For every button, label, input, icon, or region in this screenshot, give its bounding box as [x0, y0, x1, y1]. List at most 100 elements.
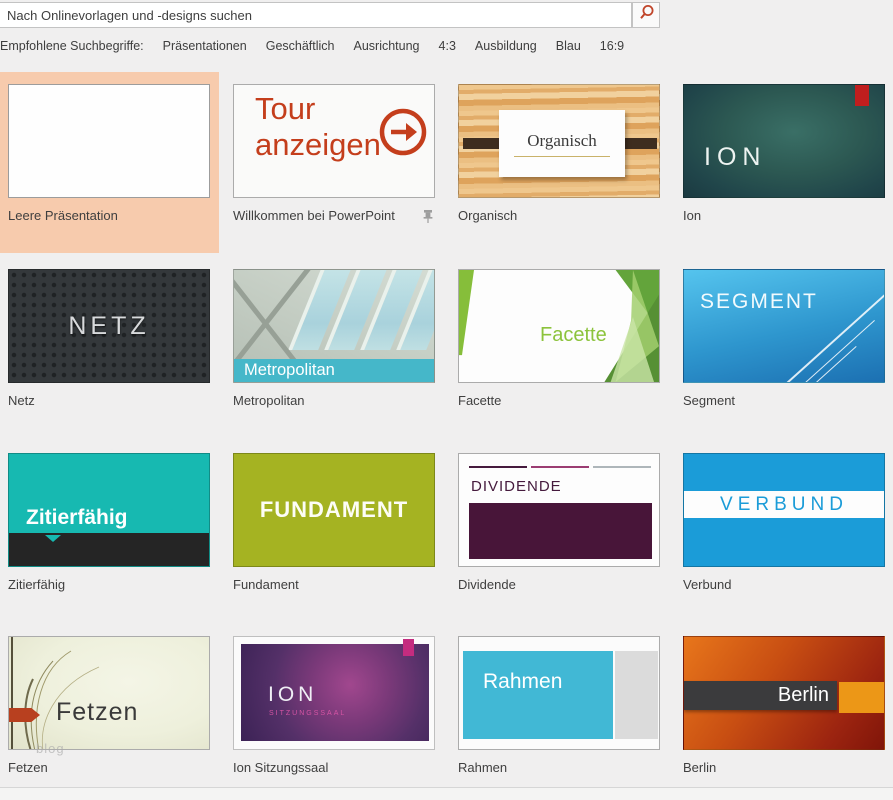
berlin-dark-band: Berlin	[684, 681, 837, 710]
segment-diagonal-line	[811, 346, 856, 383]
ion-sitzungssaal-subtitle-text: SITZUNGSSAAL	[269, 710, 346, 717]
template-card-leere-praesentation[interactable]: Leere Präsentation	[8, 84, 210, 250]
fundament-title-text: FUNDAMENT	[260, 497, 408, 523]
verbund-white-band: VERBUND	[684, 491, 884, 518]
berlin-title-text: Berlin	[778, 684, 829, 707]
dividende-plum-rectangle	[469, 503, 652, 559]
template-label: Facette	[458, 393, 660, 408]
pin-icon[interactable]	[420, 208, 436, 224]
template-thumbnail-netz[interactable]: NETZ	[8, 269, 210, 383]
template-card-netz[interactable]: NETZ Netz	[8, 269, 210, 435]
template-card-verbund[interactable]: VERBUND Verbund	[683, 453, 885, 619]
suggested-term-blau[interactable]: Blau	[556, 39, 581, 53]
template-label: Zitierfähig	[8, 577, 210, 592]
suggested-term-geschaeftlich[interactable]: Geschäftlich	[266, 39, 335, 53]
template-card-dividende[interactable]: DIVIDENDE Dividende	[458, 453, 660, 619]
template-thumbnail-metropolitan[interactable]: Metropolitan	[233, 269, 435, 383]
template-label: Verbund	[683, 577, 885, 592]
metropolitan-title-text: Metropolitan	[244, 361, 335, 380]
template-card-ion-sitzungssaal[interactable]: ION SITZUNGSSAAL Ion Sitzungssaal	[233, 636, 435, 800]
template-thumbnail-fetzen[interactable]: Fetzen	[8, 636, 210, 750]
template-gallery: Empfohlene Suchbegriffe: Präsentationen …	[0, 0, 893, 800]
suggested-searches: Empfohlene Suchbegriffe: Präsentationen …	[0, 39, 624, 53]
template-label: Ion Sitzungssaal	[233, 760, 435, 775]
template-card-willkommen[interactable]: Tour anzeigen Willkommen bei PowerPoint	[233, 84, 435, 250]
organisch-title-text: Organisch	[527, 131, 597, 151]
template-label: Segment	[683, 393, 885, 408]
template-label: Leere Präsentation	[8, 208, 210, 223]
ion-title-text: ION	[704, 143, 766, 172]
template-label: Fundament	[233, 577, 435, 592]
dividende-title-text: DIVIDENDE	[471, 478, 562, 495]
organisch-title-card: Organisch	[499, 110, 625, 177]
suggested-term-ausrichtung[interactable]: Ausrichtung	[354, 39, 420, 53]
facette-left-wedge	[459, 270, 479, 382]
template-label: Rahmen	[458, 760, 660, 775]
template-thumbnail-willkommen[interactable]: Tour anzeigen	[233, 84, 435, 198]
template-label: Ion	[683, 208, 885, 223]
template-card-zitierfaehig[interactable]: Zitierfähig Zitierfähig	[8, 453, 210, 619]
template-thumbnail-dividende[interactable]: DIVIDENDE	[458, 453, 660, 567]
template-thumbnail-zitierfaehig[interactable]: Zitierfähig	[8, 453, 210, 567]
template-thumbnail-organisch[interactable]: Organisch	[458, 84, 660, 198]
template-card-facette[interactable]: Facette Facette	[458, 269, 660, 435]
search-icon	[638, 4, 655, 26]
fetzen-grass-lines	[9, 637, 210, 750]
berlin-amber-block	[839, 682, 885, 713]
ion-sitzungssaal-title-text: ION	[268, 683, 317, 707]
template-label: Fetzen	[8, 760, 210, 775]
template-card-segment[interactable]: SEGMENT Segment	[683, 269, 885, 435]
rahmen-gray-block	[615, 651, 658, 739]
template-card-fetzen[interactable]: Fetzen Fetzen	[8, 636, 210, 800]
facette-title-text: Facette	[540, 324, 607, 347]
suggested-term-praesentationen[interactable]: Präsentationen	[163, 39, 247, 53]
metropolitan-title-band: Metropolitan	[234, 359, 434, 382]
circled-arrow-icon	[377, 106, 429, 163]
template-thumbnail-leere-praesentation[interactable]	[8, 84, 210, 198]
ion-red-tab	[855, 85, 869, 106]
template-card-berlin[interactable]: Berlin Berlin	[683, 636, 885, 800]
verbund-title-text: VERBUND	[720, 494, 848, 516]
zitierfaehig-notch	[45, 535, 61, 542]
zitierfaehig-title-text: Zitierfähig	[26, 506, 128, 530]
template-card-rahmen[interactable]: Rahmen Rahmen	[458, 636, 660, 800]
template-card-fundament[interactable]: FUNDAMENT Fundament	[233, 453, 435, 619]
template-thumbnail-berlin[interactable]: Berlin	[683, 636, 885, 750]
suggested-term-4-3[interactable]: 4:3	[439, 39, 456, 53]
suggested-term-16-9[interactable]: 16:9	[600, 39, 624, 53]
dividende-rule-purple	[531, 466, 589, 468]
template-thumbnail-ion-sitzungssaal[interactable]: ION SITZUNGSSAAL	[233, 636, 435, 750]
suggested-term-ausbildung[interactable]: Ausbildung	[475, 39, 537, 53]
rahmen-title-text: Rahmen	[483, 670, 562, 694]
template-label: Netz	[8, 393, 210, 408]
template-card-ion[interactable]: ION Ion	[683, 84, 885, 250]
template-card-metropolitan[interactable]: Metropolitan Metropolitan	[233, 269, 435, 435]
dividende-rule-dark	[469, 466, 527, 468]
template-thumbnail-facette[interactable]: Facette	[458, 269, 660, 383]
dividende-rule-gray	[593, 466, 651, 468]
suggested-searches-label: Empfohlene Suchbegriffe:	[0, 39, 144, 53]
watermark-text: blog	[36, 741, 65, 756]
organisch-underline	[514, 156, 610, 157]
template-thumbnail-ion[interactable]: ION	[683, 84, 885, 198]
template-thumbnail-fundament[interactable]: FUNDAMENT	[233, 453, 435, 567]
template-thumbnail-verbund[interactable]: VERBUND	[683, 453, 885, 567]
template-label: Willkommen bei PowerPoint	[233, 208, 435, 223]
bottom-strip	[0, 788, 893, 800]
template-card-organisch[interactable]: Organisch Organisch	[458, 84, 660, 250]
search-input[interactable]	[0, 2, 632, 28]
template-label: Berlin	[683, 760, 885, 775]
template-label: Metropolitan	[233, 393, 435, 408]
template-thumbnail-rahmen[interactable]: Rahmen	[458, 636, 660, 750]
segment-title-text: SEGMENT	[700, 290, 818, 314]
netz-title-text: NETZ	[68, 312, 149, 341]
search-button[interactable]	[632, 2, 660, 28]
organisch-left-bar	[463, 138, 501, 149]
rahmen-teal-block	[463, 651, 613, 739]
fetzen-title-text: Fetzen	[56, 698, 138, 727]
ion-sitzungssaal-pink-tab	[403, 639, 414, 656]
template-thumbnail-segment[interactable]: SEGMENT	[683, 269, 885, 383]
template-label: Organisch	[458, 208, 660, 223]
template-label: Dividende	[458, 577, 660, 592]
zitierfaehig-bottom-band	[9, 533, 209, 566]
